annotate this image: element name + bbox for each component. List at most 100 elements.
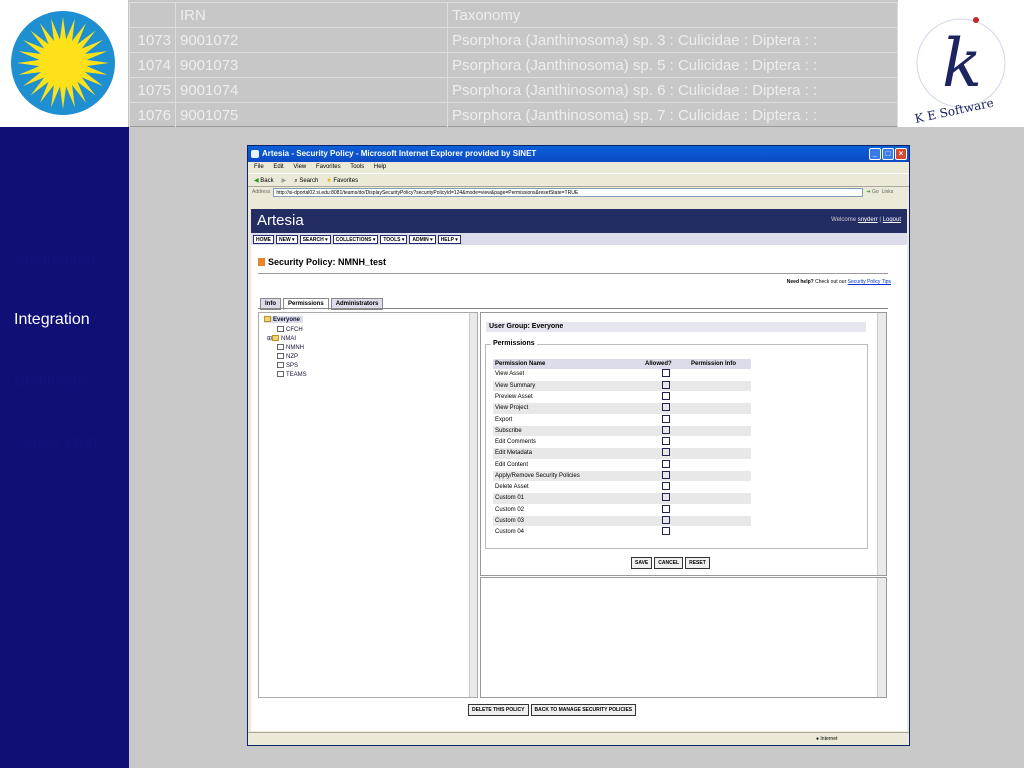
smithsonian-sun-logo bbox=[0, 0, 128, 127]
go-button[interactable]: ➔ Go bbox=[866, 187, 878, 198]
menu-help[interactable]: Help bbox=[374, 164, 386, 170]
nav-home[interactable]: HOME bbox=[253, 235, 274, 244]
user-group-label: User Group: bbox=[489, 323, 530, 330]
security-policy-tips-link[interactable]: Security Policy Tips bbox=[848, 279, 891, 285]
tree-node-label: TEAMS bbox=[286, 372, 307, 378]
allowed-checkbox[interactable] bbox=[662, 515, 670, 524]
nav-collections[interactable]: COLLECTIONS ▾ bbox=[332, 235, 379, 244]
nav-new[interactable]: NEW ▾ bbox=[276, 235, 298, 244]
allowed-checkbox[interactable] bbox=[662, 425, 670, 434]
tree-node-sps[interactable]: SPS bbox=[277, 362, 298, 369]
tabs-divider bbox=[258, 308, 888, 309]
window-title: Artesia - Security Policy - Microsoft In… bbox=[262, 149, 537, 158]
permission-info-cell bbox=[689, 459, 751, 471]
allowed-checkbox[interactable] bbox=[662, 437, 670, 446]
help-text: Check out our bbox=[815, 279, 847, 285]
detail-scrollbar[interactable] bbox=[877, 578, 886, 697]
minimize-button[interactable]: _ bbox=[869, 148, 881, 160]
tree-scrollbar[interactable] bbox=[469, 313, 477, 697]
user-link[interactable]: snyderr bbox=[858, 217, 878, 223]
allowed-cell bbox=[643, 470, 689, 483]
app-banner: Artesia Welcome snyderr | Logout bbox=[251, 209, 907, 233]
menu-edit[interactable]: Edit bbox=[273, 164, 283, 170]
search-label: Search bbox=[299, 178, 319, 184]
menu-view[interactable]: View bbox=[293, 164, 306, 170]
group-icon bbox=[277, 344, 284, 350]
search-button[interactable]: ⌕ Search bbox=[294, 174, 318, 186]
permissions-scrollbar[interactable] bbox=[877, 313, 886, 575]
security-zone: ● Internet bbox=[816, 736, 837, 742]
nav-tools[interactable]: TOOLS ▾ bbox=[380, 235, 408, 244]
permission-row: View Summary bbox=[493, 380, 751, 393]
links-label[interactable]: Links bbox=[882, 187, 894, 198]
menu-file[interactable]: File bbox=[254, 164, 264, 170]
allowed-checkbox[interactable] bbox=[662, 482, 670, 491]
close-button[interactable]: × bbox=[895, 148, 907, 160]
allowed-checkbox[interactable] bbox=[662, 380, 670, 389]
maximize-button[interactable]: □ bbox=[882, 148, 894, 160]
allowed-checkbox[interactable] bbox=[662, 493, 670, 502]
tree-node-everyone[interactable]: Everyone bbox=[264, 316, 304, 323]
forward-button[interactable]: ▶ bbox=[282, 174, 287, 186]
nav-help[interactable]: HELP ▾ bbox=[437, 235, 461, 244]
permission-name: Delete Asset bbox=[493, 481, 643, 494]
save-button[interactable]: SAVE bbox=[631, 557, 653, 569]
menu-favorites[interactable]: Favorites bbox=[316, 164, 341, 170]
favorites-button[interactable]: ★ Favorites bbox=[326, 174, 358, 186]
form-actions: SAVE CANCEL RESET bbox=[631, 557, 710, 569]
permission-info-cell bbox=[689, 470, 751, 483]
permission-row: Custom 01 bbox=[493, 492, 751, 505]
allowed-checkbox[interactable] bbox=[662, 392, 670, 401]
permission-row: Preview Asset bbox=[493, 391, 751, 404]
status-bar: ● Internet bbox=[248, 732, 909, 745]
welcome-text: Welcome snyderr | Logout bbox=[831, 217, 901, 223]
table-row: 1074 9001073 Psorphora (Janthinosoma) sp… bbox=[129, 52, 898, 78]
url-field[interactable]: http://si-dportal02.si.edu:8081/teams/do… bbox=[273, 188, 864, 197]
user-group-tree: Everyone CFCH ⊞ NMAI NMNH NZP SPS TEAMS bbox=[258, 312, 478, 698]
window-titlebar[interactable]: Artesia - Security Policy - Microsoft In… bbox=[248, 146, 909, 162]
allowed-checkbox[interactable] bbox=[662, 459, 670, 468]
permission-row: Custom 04 bbox=[493, 526, 751, 539]
detail-panel bbox=[480, 577, 887, 698]
allowed-checkbox[interactable] bbox=[662, 369, 670, 378]
sidebar-item-future-work[interactable]: Future Work bbox=[14, 434, 102, 452]
nav-admin[interactable]: ADMIN ▾ bbox=[409, 235, 436, 244]
reset-button[interactable]: RESET bbox=[685, 557, 710, 569]
allowed-cell bbox=[643, 436, 689, 449]
menu-tools[interactable]: Tools bbox=[350, 164, 364, 170]
allowed-checkbox[interactable] bbox=[662, 448, 670, 457]
allowed-checkbox[interactable] bbox=[662, 527, 670, 536]
ie-icon bbox=[251, 150, 259, 158]
sidebar-item-automation[interactable]: Automation bbox=[14, 251, 95, 269]
tree-node-nmai[interactable]: ⊞ NMAI bbox=[267, 335, 296, 342]
sidebar-item-challenges[interactable]: Challenges bbox=[14, 373, 94, 391]
taxonomy-cell: Psorphora (Janthinosoma) sp. 6 : Culicid… bbox=[447, 77, 898, 103]
allowed-checkbox[interactable] bbox=[662, 414, 670, 423]
back-to-manage-button[interactable]: BACK TO MANAGE SECURITY POLICIES bbox=[530, 704, 637, 716]
tree-node-nmnh[interactable]: NMNH bbox=[277, 344, 304, 351]
allowed-checkbox[interactable] bbox=[662, 403, 670, 412]
table-row: 1076 9001075 Psorphora (Janthinosoma) sp… bbox=[129, 102, 898, 128]
allowed-checkbox[interactable] bbox=[662, 470, 670, 479]
allowed-checkbox[interactable] bbox=[662, 504, 670, 513]
back-button[interactable]: ◀ Back bbox=[254, 174, 274, 186]
permission-name: Edit Metadata bbox=[493, 447, 643, 460]
sidebar-item-integration[interactable]: Integration bbox=[14, 311, 90, 329]
delete-policy-button[interactable]: DELETE THIS POLICY bbox=[468, 704, 529, 716]
permission-info-cell bbox=[689, 447, 751, 460]
permissions-header-row: Permission Name Allowed? Permission Info bbox=[493, 359, 751, 369]
back-arrow-icon: ◀ bbox=[254, 178, 259, 184]
menu-bar: File Edit View Favorites Tools Help bbox=[248, 162, 909, 173]
permission-row: Edit Comments bbox=[493, 436, 751, 449]
allowed-cell bbox=[643, 391, 689, 404]
page-content: Artesia Welcome snyderr | Logout HOME NE… bbox=[251, 209, 907, 731]
logout-link[interactable]: Logout bbox=[883, 217, 901, 223]
tree-node-teams[interactable]: TEAMS bbox=[277, 371, 307, 378]
cancel-button[interactable]: CANCEL bbox=[654, 557, 684, 569]
table-header-row: IRN Taxonomy bbox=[129, 2, 898, 28]
nav-search[interactable]: SEARCH ▾ bbox=[299, 235, 331, 244]
tree-node-cfch[interactable]: CFCH bbox=[277, 326, 303, 333]
permission-row: View Project bbox=[493, 402, 751, 415]
permissions-table: Permission Name Allowed? Permission Info… bbox=[493, 359, 751, 539]
tree-node-nzp[interactable]: NZP bbox=[277, 353, 298, 360]
